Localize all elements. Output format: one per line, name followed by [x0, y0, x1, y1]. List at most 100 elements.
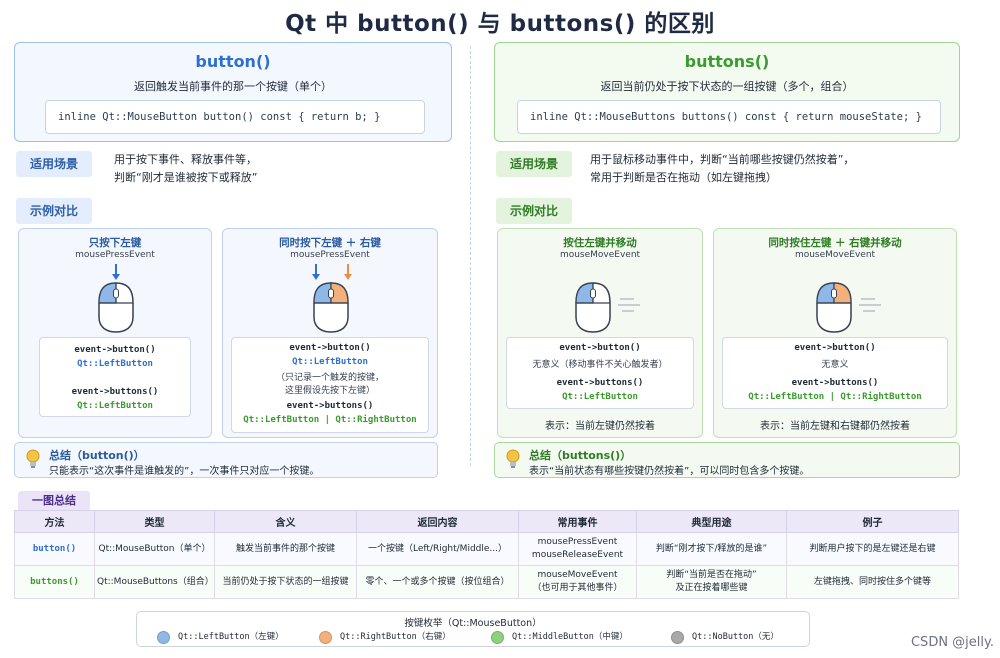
table-cell: buttons() — [14, 565, 95, 599]
table-cell: Qt::MouseButtons（组合） — [94, 565, 215, 599]
card-title: 按住左键并移动 — [563, 237, 637, 249]
overview-tag: 一图总结 — [18, 491, 90, 511]
column-header: 方法 — [14, 510, 95, 533]
code-line: Qt::LeftButton | Qt::RightButton — [243, 415, 417, 425]
note-line: （只记录一个触发的按键， — [275, 373, 384, 383]
code-line: Qt::LeftButton | Qt::RightButton — [748, 392, 922, 402]
table-row: buttons() Qt::MouseButtons（组合） 当前仍处于按下状态… — [14, 565, 959, 599]
card-title: 只按下左键 — [88, 237, 142, 249]
legend-label: Qt::NoButton（无） — [692, 632, 779, 642]
buttons-summary: 总结（buttons()） 表示“当前状态有哪些按键仍然按着”，可以同时包含多个… — [494, 442, 960, 478]
lightbulb-icon — [506, 449, 520, 468]
summary-title: 总结（buttons()） — [529, 449, 632, 462]
mouse-both-moving-icon — [816, 282, 881, 333]
button-enum-legend: 按键枚举（Qt::MouseButton） Qt::LeftButton（左键）… — [136, 611, 810, 647]
button-code-snippet: inline Qt::MouseButton button() const { … — [45, 100, 425, 134]
button-description: 返回触发当前事件的那一个按键（单个） — [134, 80, 332, 93]
example-card-right-move: 按住左键并移动 mouseMoveEvent event->button() 无… — [497, 228, 703, 438]
button-scene-line-2: 判断“刚才是谁被按下或释放” — [114, 171, 258, 184]
table-cell: 判断“刚才按下/释放的是谁” — [636, 532, 787, 566]
example-card-left-both: 同时按下左键 ＋ 右键 mousePressEvent event->butto… — [222, 228, 438, 438]
legend-item-none: Qt::NoButton（无） — [671, 630, 779, 644]
table-cell: 零个、一个或多个按键（按位组合） — [356, 565, 519, 599]
example-card-left-press: 只按下左键 mousePressEvent event->button() Qt… — [18, 228, 212, 438]
code-line: event->button() — [559, 343, 641, 353]
button-method-name: button() — [195, 52, 271, 71]
code-line: event->buttons() — [71, 387, 159, 397]
table-cell: 判断用户按下的是左键还是右键 — [786, 532, 959, 566]
page-title: Qt 中 button() 与 buttons() 的区别 — [285, 11, 715, 37]
buttons-method-name: buttons() — [684, 52, 770, 71]
card-result-box: event->button() Qt::LeftButton event->bu… — [39, 337, 191, 417]
mouse-both-pressed-icon — [312, 264, 352, 333]
card-title: 同时按住左键 ＋ 右键并移动 — [768, 237, 902, 249]
lightbulb-icon — [26, 449, 40, 468]
legend-label: Qt::LeftButton（左键） — [178, 632, 284, 642]
card-footnote: 表示：当前左键和右键都仍然按着 — [760, 421, 910, 432]
legend-item-left: Qt::LeftButton（左键） — [157, 630, 284, 644]
legend-swatch — [671, 630, 684, 644]
table-cell: Qt::MouseButton（单个） — [94, 532, 215, 566]
table-cell: 左键拖拽、同时按住多个键等 — [786, 565, 959, 599]
buttons-scene-line-2: 常用于判断是否在拖动（如左键拖拽） — [590, 171, 777, 184]
card-result-box: event->button() 无意义（移动事件不关心触发者） event->b… — [506, 337, 694, 409]
legend-label: Qt::MiddleButton（中键） — [512, 632, 628, 642]
code-line: Qt::LeftButton — [292, 357, 368, 367]
table-cell: 一个按键（Left/Right/Middle...） — [356, 532, 519, 566]
table-cell: 当前仍处于按下状态的一组按键 — [214, 565, 357, 599]
overview-table: 方法 类型 含义 返回内容 常用事件 典型用途 例子 button() Qt::… — [14, 510, 959, 599]
button-scene-line-1: 用于按下事件、释放事件等， — [114, 153, 257, 166]
buttons-description: 返回当前仍处于按下状态的一组按键（多个，组合） — [600, 80, 854, 93]
code-line: event->buttons() — [556, 378, 644, 388]
button-scene-text: 用于按下事件、释放事件等， 判断“刚才是谁被按下或释放” — [114, 151, 257, 187]
buttons-scene-text: 用于鼠标移动事件中，判断“当前哪些按键仍然按着”， 常用于判断是否在拖动（如左键… — [590, 151, 854, 187]
column-header: 典型用途 — [636, 510, 787, 533]
legend-swatch — [157, 630, 170, 644]
code-line: event->buttons() — [791, 378, 879, 388]
table-cell: 判断“当前是否在拖动” 及正在按着哪些键 — [636, 565, 787, 599]
table-cell: button() — [14, 532, 95, 566]
buttons-scene-line-1: 用于鼠标移动事件中，判断“当前哪些按键仍然按着”， — [590, 153, 855, 166]
table-cell: 触发当前事件的那个按键 — [214, 532, 357, 566]
note-line: 无意义 — [821, 360, 849, 370]
code-line: event->button() — [289, 343, 371, 353]
column-header: 类型 — [94, 510, 215, 533]
button-summary: 总结（button()） 只能表示“这次事件是谁触发的”，一次事件只对应一个按键… — [14, 442, 438, 478]
center-divider — [470, 46, 471, 466]
code-line: event->buttons() — [286, 401, 374, 411]
column-header: 例子 — [786, 510, 959, 533]
summary-desc: 只能表示“这次事件是谁触发的”，一次事件只对应一个按键。 — [49, 466, 320, 477]
button-header-box: button() 返回触发当前事件的那一个按键（单个） inline Qt::M… — [14, 42, 452, 142]
table-row: button() Qt::MouseButton（单个） 触发当前事件的那个按键… — [14, 532, 959, 566]
table-header-row: 方法 类型 含义 返回内容 常用事件 典型用途 例子 — [14, 510, 959, 533]
legend-swatch — [319, 630, 332, 644]
legend-swatch — [491, 630, 504, 644]
mouse-left-pressed-icon — [98, 264, 134, 333]
button-scene-tag: 适用场景 — [16, 151, 93, 177]
watermark: CSDN @jelly. — [910, 635, 994, 650]
example-card-right-both-move: 同时按住左键 ＋ 右键并移动 mouseMoveEvent event->but… — [713, 228, 957, 438]
legend-title: 按键枚举（Qt::MouseButton） — [404, 618, 542, 629]
note-line: 无意义（移动事件不关心触发者） — [532, 360, 668, 370]
legend-item-right: Qt::RightButton（右键） — [319, 630, 451, 644]
note-line: 这里假设先按下左键） — [284, 386, 375, 396]
table-cell: mousePressEvent mouseReleaseEvent — [518, 532, 637, 566]
buttons-code-snippet: inline Qt::MouseButtons buttons() const … — [517, 100, 941, 134]
button-example-tag: 示例对比 — [16, 198, 93, 224]
column-header: 返回内容 — [356, 510, 519, 533]
summary-desc: 表示“当前状态有哪些按键仍然按着”，可以同时包含多个按键。 — [529, 466, 810, 477]
buttons-scene-tag: 适用场景 — [496, 151, 573, 177]
column-header: 含义 — [214, 510, 357, 533]
code-line: Qt::LeftButton — [77, 401, 153, 411]
card-result-box: event->button() Qt::LeftButton （只记录一个触发的… — [231, 337, 429, 433]
legend-label: Qt::RightButton（右键） — [340, 632, 451, 642]
summary-title: 总结（button()） — [49, 449, 145, 462]
buttons-example-tag: 示例对比 — [496, 198, 573, 224]
card-footnote: 表示：当前左键仍然按着 — [545, 421, 655, 432]
legend-item-middle: Qt::MiddleButton（中键） — [491, 630, 628, 644]
code-line: event->button() — [794, 343, 876, 353]
code-line: Qt::LeftButton — [77, 359, 153, 369]
table-cell: mouseMoveEvent （也可用于其他事件） — [518, 565, 637, 599]
card-title: 同时按下左键 ＋ 右键 — [279, 237, 381, 249]
code-line: Qt::LeftButton — [562, 392, 638, 402]
